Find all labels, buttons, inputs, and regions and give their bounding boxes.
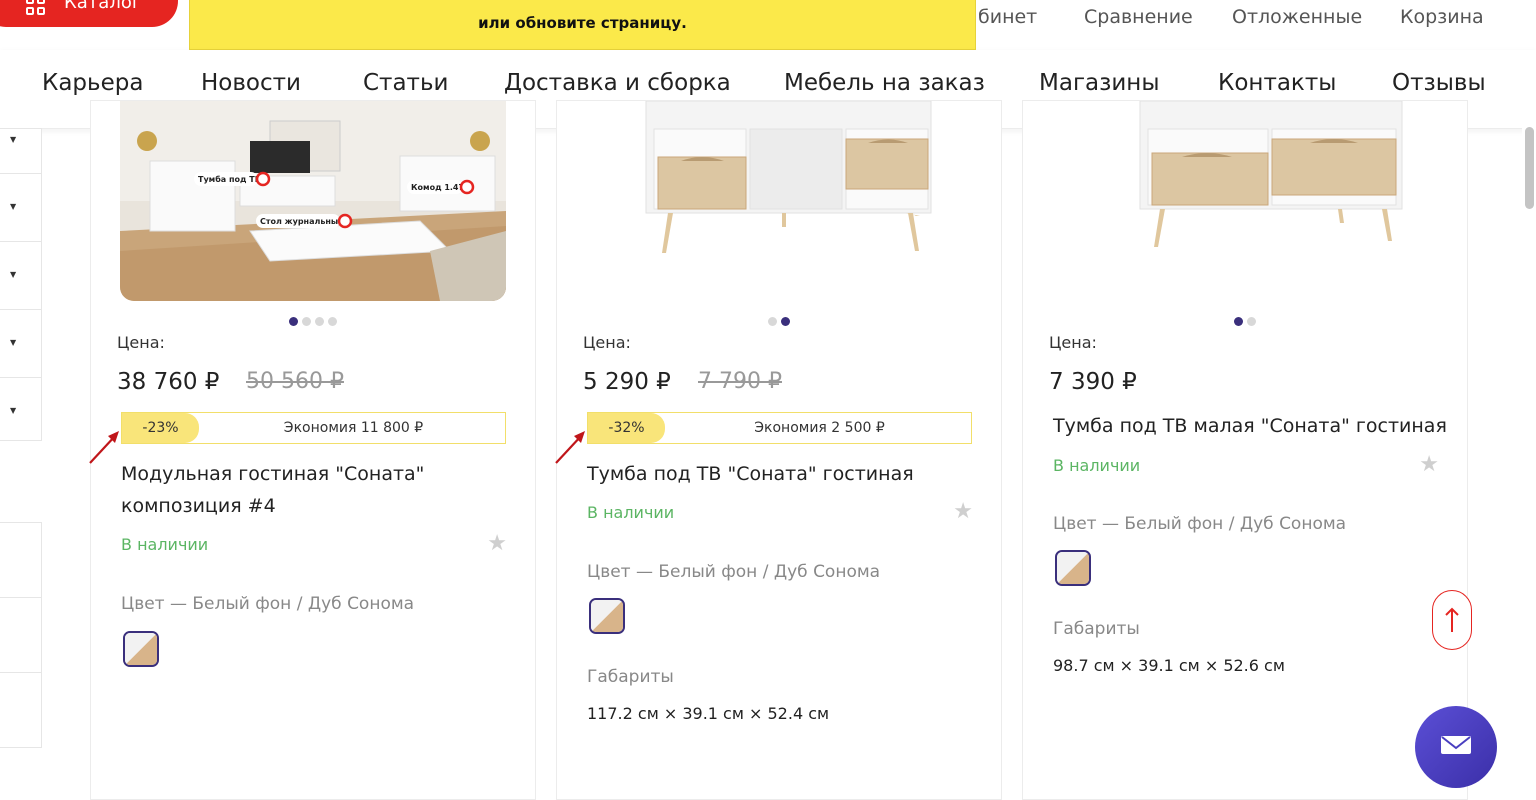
product-title[interactable]: Модульная гостиная "Соната" композиция #… [121,458,481,522]
star-icon[interactable]: ★ [487,531,507,556]
product-card[interactable]: Цена: 5 290 ₽ 7 790 ₽ -32% Экономия 2 50… [555,100,1002,800]
notice-banner: или обновите страницу. [189,0,976,50]
nav-custom-furniture[interactable]: Мебель на заказ [784,70,985,96]
price: 5 290 ₽ [583,369,671,395]
image-tag: Комод 1.47 [411,183,464,192]
star-icon[interactable]: ★ [953,499,973,524]
saving-bar: -32% Экономия 2 500 ₽ [587,412,972,444]
nav-articles[interactable]: Статьи [363,70,448,96]
image-dots [557,311,1001,326]
product-title[interactable]: Тумба под ТВ "Соната" гостиная [587,458,947,490]
chevron-down-icon: ▼ [10,406,17,415]
color-swatch[interactable] [589,598,625,634]
saving-text: Экономия 11 800 ₽ [283,420,424,436]
chevron-down-icon: ▼ [10,202,17,211]
filter-row[interactable] [0,523,41,598]
dot[interactable] [781,317,790,326]
star-icon[interactable]: ★ [1419,452,1439,477]
nav-contacts[interactable]: Контакты [1218,70,1336,96]
dimensions-label: Габариты [1053,619,1140,639]
stock-status: В наличии [587,503,675,522]
dot[interactable] [315,317,324,326]
compare-link[interactable]: Сравнение [1084,6,1193,28]
color-swatch[interactable] [123,631,159,667]
mail-button[interactable] [1415,706,1497,788]
product-image[interactable] [586,101,972,301]
image-tag: Тумба под ТВ [198,174,261,184]
filter-row[interactable] [0,598,41,673]
product-image[interactable] [1052,101,1438,301]
image-dots [1023,311,1467,326]
price: 7 390 ₽ [1049,369,1137,395]
chevron-down-icon: ▼ [10,338,17,347]
dot[interactable] [1247,317,1256,326]
arrow-up-icon [1445,607,1459,632]
scrollbar-thumb[interactable] [1525,127,1534,209]
nav-news[interactable]: Новости [201,70,301,96]
saving-text: Экономия 2 500 ₽ [754,420,885,436]
stock-status: В наличии [1053,456,1141,475]
filter-row[interactable]: ▼ [0,174,41,242]
price-label: Цена: [583,333,631,352]
nav-delivery[interactable]: Доставка и сборка [504,70,731,96]
image-dots [91,311,535,326]
filter-row[interactable]: ▼ [0,378,41,445]
old-price: 50 560 ₽ [246,369,344,394]
dot[interactable] [768,317,777,326]
saved-link[interactable]: Отложенные [1232,6,1362,28]
dot[interactable] [302,317,311,326]
dimensions: 117.2 см × 39.1 см × 52.4 см [587,704,830,723]
filter-sidebar-lower [0,522,42,748]
nav-career[interactable]: Карьера [42,70,143,96]
nav-reviews[interactable]: Отзывы [1392,70,1486,96]
product-card[interactable]: Цена: 7 390 ₽ Тумба под ТВ малая "Соната… [1022,100,1468,800]
image-tag: Стол журнальный [260,217,344,226]
account-link[interactable]: бинет [978,6,1037,28]
price-label: Цена: [1049,333,1097,352]
notice-text: или обновите страницу. [478,14,687,32]
color-swatch[interactable] [1055,550,1091,586]
color-label: Цвет — Белый фон / Дуб Сонома [587,562,881,582]
product-card[interactable]: Тумба под ТВ Комод 1.47 Стол журнальный … [89,100,536,800]
product-title[interactable]: Тумба под ТВ малая "Соната" гостиная [1053,410,1453,442]
price: 38 760 ₽ [117,369,220,395]
dot[interactable] [328,317,337,326]
dot[interactable] [289,317,298,326]
filter-sidebar: ▼ ▼ ▼ ▼ ▼ [0,128,42,441]
mail-icon [1441,736,1471,754]
nav-stores[interactable]: Магазины [1039,70,1160,96]
dot[interactable] [1234,317,1243,326]
color-label: Цвет — Белый фон / Дуб Сонома [121,594,415,614]
cart-link[interactable]: Корзина [1400,6,1484,28]
chevron-down-icon: ▼ [10,135,17,144]
stock-status: В наличии [121,535,209,554]
filter-row[interactable]: ▼ [0,129,41,174]
old-price: 7 790 ₽ [698,369,782,394]
dimensions-label: Габариты [587,667,674,687]
dimensions: 98.7 см × 39.1 см × 52.6 см [1053,656,1285,675]
filter-row[interactable]: ▼ [0,310,41,378]
saving-bar: -23% Экономия 11 800 ₽ [121,412,506,444]
price-label: Цена: [117,333,165,352]
product-image[interactable]: Тумба под ТВ Комод 1.47 Стол журнальный [120,101,506,301]
filter-row[interactable] [0,673,41,747]
scrollbar-track[interactable] [1522,128,1536,754]
chevron-down-icon: ▼ [10,270,17,279]
filter-row[interactable]: ▼ [0,242,41,310]
scroll-to-top-button[interactable] [1432,590,1472,650]
color-label: Цвет — Белый фон / Дуб Сонома [1053,514,1347,534]
